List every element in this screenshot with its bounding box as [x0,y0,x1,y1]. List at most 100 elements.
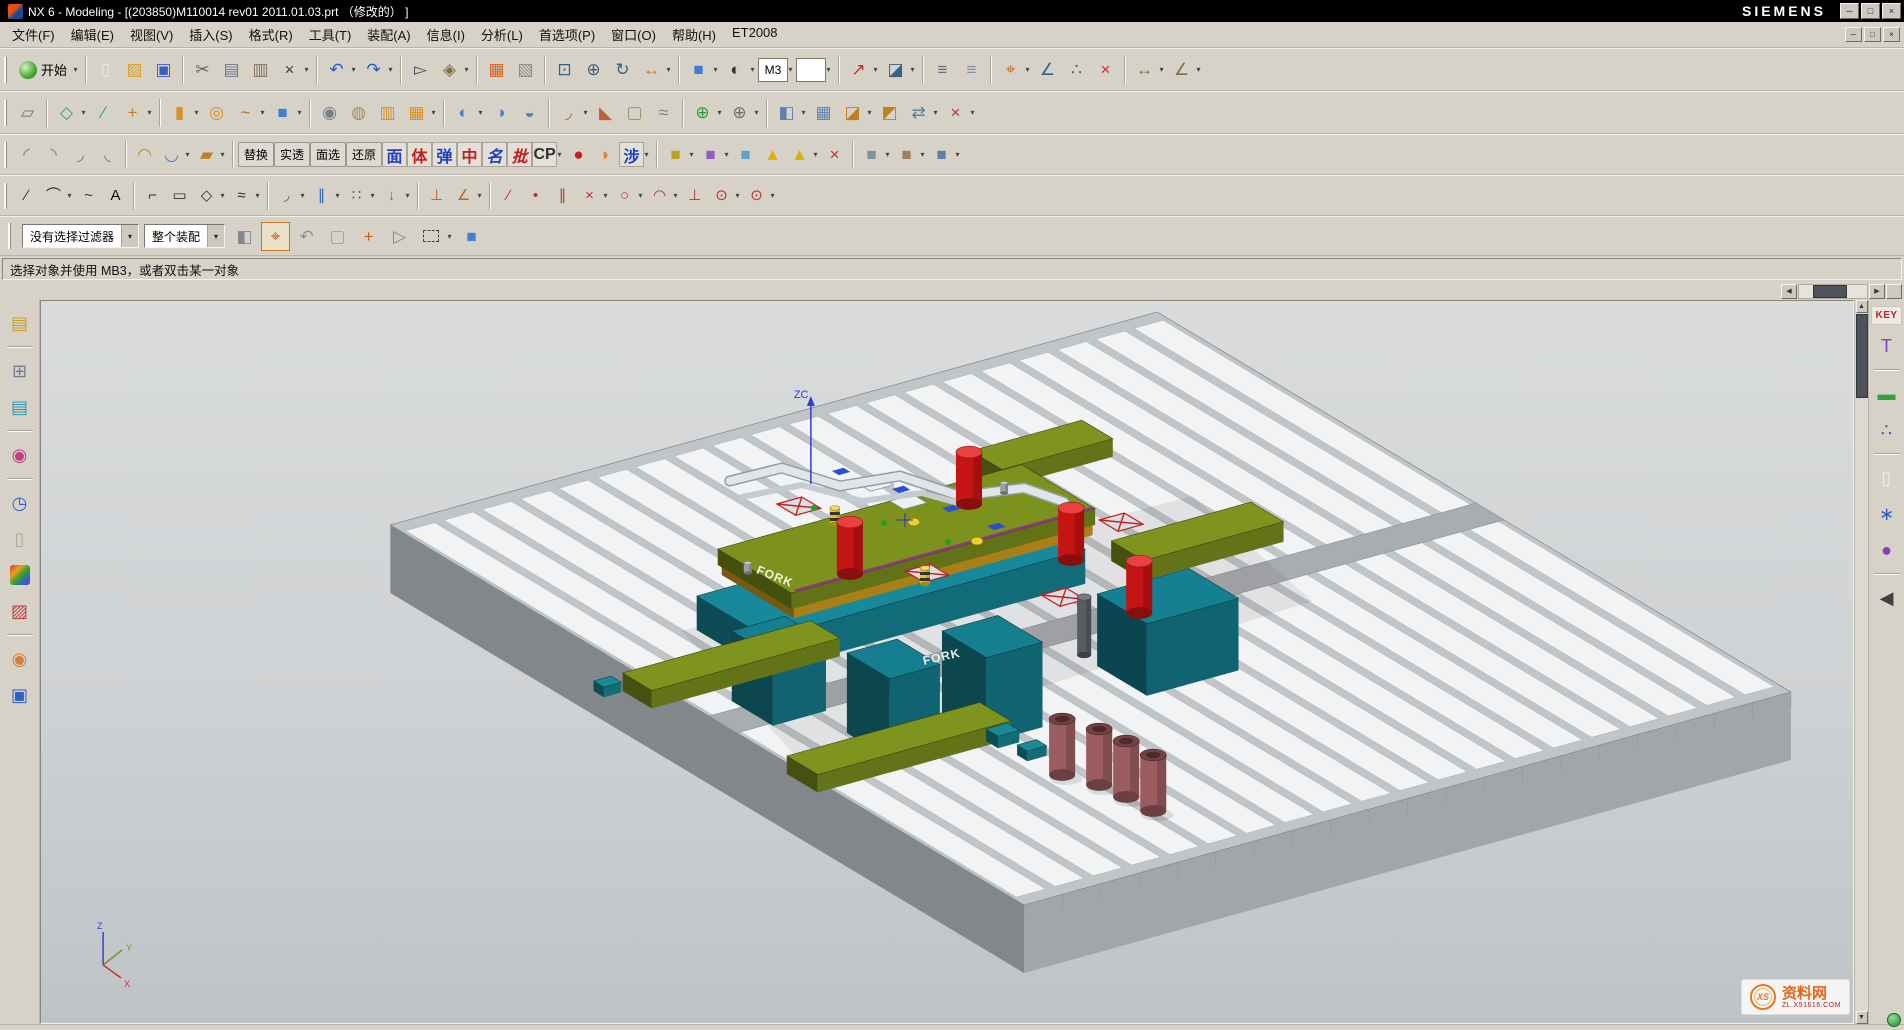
warning-1-button[interactable]: ▲ [759,141,786,168]
measure-distance-button-dropdown[interactable] [1156,55,1167,84]
sketch-circle-button[interactable]: ○ [611,182,638,209]
translucency-button[interactable]: 实透 [274,142,310,167]
project-curve-button-dropdown[interactable] [402,181,413,210]
orient-view-button-dropdown[interactable] [870,55,881,84]
edge-blend-button[interactable]: ◞ [554,98,583,127]
menu-item-2[interactable]: 编辑(E) [63,22,122,47]
sketch-circle3-button-dropdown[interactable] [767,181,778,210]
extrude-button-dropdown[interactable] [191,98,202,127]
open-button[interactable]: ▨ [120,55,149,84]
shaded-view-button-dropdown[interactable] [710,55,721,84]
filter-cube-button[interactable]: ◧ [230,222,259,251]
menu-item-8[interactable]: 信息(I) [419,22,473,47]
assembly-cube-2-button[interactable]: ■ [893,141,920,168]
studio-surface-button[interactable]: ◠ [131,141,158,168]
datum-csys-button-dropdown[interactable] [144,98,155,127]
section-view-button[interactable]: ◪ [881,55,910,84]
menu-item-12[interactable]: 帮助(H) [664,22,724,47]
selection-filter-dropdown[interactable]: 没有选择过滤器 [22,224,139,248]
sketch-circle2-button[interactable]: ⊙ [708,182,735,209]
redo-button-dropdown[interactable] [385,55,396,84]
palette-icon[interactable] [5,560,35,590]
sketch-circle2-button-dropdown[interactable] [732,181,743,210]
face-select-button[interactable]: 面选 [310,142,346,167]
toolbar-drag-handle[interactable] [4,183,9,209]
measure-angle-button-dropdown[interactable] [1193,55,1204,84]
start-button-dropdown[interactable] [70,55,81,84]
background-select-dropdown[interactable] [823,55,834,84]
pattern-curve-button[interactable]: ∷ [343,182,370,209]
wave-link-button[interactable]: ■ [662,141,689,168]
window-close-button[interactable]: × [1882,3,1901,19]
snap-point2-button[interactable]: + [354,222,383,251]
arc-button-dropdown[interactable] [64,181,75,210]
v-scroll-up-button[interactable] [1856,300,1868,313]
offset-surface-button[interactable]: ◡ [158,141,185,168]
fillet-curve-button[interactable]: ◞ [273,182,300,209]
sweep-button[interactable]: ~ [231,98,260,127]
sketch-button[interactable]: ▱ [13,98,42,127]
studio-spline-button[interactable]: ≈ [228,182,255,209]
snap-point-button-dropdown[interactable] [1022,55,1033,84]
v-scroll-thumb[interactable] [1856,314,1868,398]
wave-link-button-dropdown[interactable] [686,140,697,169]
key-panel-button[interactable]: KEY [1871,306,1901,325]
rectangle-button[interactable]: ▭ [166,182,193,209]
sketch-circle-button-dropdown[interactable] [635,181,646,210]
full-screen-button[interactable]: ▧ [511,55,540,84]
warning-2-button[interactable]: ▲ [786,141,813,168]
trim-body-button-dropdown[interactable] [864,98,875,127]
history-icon[interactable]: ◷ [5,488,35,518]
swept-surface-button[interactable]: ◟ [94,141,121,168]
sweep-button-dropdown[interactable] [257,98,268,127]
rect-select-button[interactable] [416,222,445,251]
materials-icon[interactable]: ▨ [5,596,35,626]
h-scroll-thumb[interactable] [1813,285,1847,298]
undo-button-dropdown[interactable] [348,55,359,84]
assembly-cube-1-button-dropdown[interactable] [882,140,893,169]
sketch-parallel-button[interactable]: ∥ [549,182,576,209]
auto-constrain-button-dropdown[interactable] [474,181,485,210]
half-round-button[interactable]: ◗ [592,141,619,168]
pad-button-dropdown[interactable] [428,98,439,127]
edge-blend-button-dropdown[interactable] [580,98,591,127]
offset-scale-button-dropdown[interactable] [930,98,941,127]
save-button[interactable]: ▣ [149,55,178,84]
selection-info-button[interactable]: ▻ [406,55,435,84]
mirror-feature-button[interactable]: ◧ [772,98,801,127]
spring-tool-button[interactable]: 弹 [432,142,457,167]
ruled-surface-button[interactable]: ◜ [13,141,40,168]
window-maximize-button[interactable]: □ [1861,3,1880,19]
viewport-3d[interactable]: ZC FORK FORK Z Y X [41,301,1853,1023]
assembly-navigator-icon[interactable]: ▤ [5,308,35,338]
point-set-button[interactable]: ⊕ [725,98,754,127]
layer-settings-button[interactable]: ≡ [957,55,986,84]
thread-button[interactable]: ≈ [649,98,678,127]
sketch-perp-button[interactable]: ⊥ [681,182,708,209]
offset-scale-button[interactable]: ⇄ [904,98,933,127]
snap-mid-button[interactable]: ∴ [1062,55,1091,84]
delete-button-dropdown[interactable] [301,55,312,84]
fillet-curve-button-dropdown[interactable] [297,181,308,210]
snap-select-button[interactable]: ⌖ [261,222,290,251]
unite-button[interactable]: ◐ [449,98,478,127]
through-mesh-button[interactable]: ◞ [67,141,94,168]
revolve-button[interactable]: ◎ [202,98,231,127]
cup-tool-icon[interactable]: ▯ [1872,463,1902,493]
intersect-button[interactable]: ◒ [515,98,544,127]
background-select[interactable] [796,58,826,82]
assembly-cube-3-button-dropdown[interactable] [952,140,963,169]
profile-button[interactable]: ⌐ [139,182,166,209]
pan-button[interactable]: ↔ [637,55,666,84]
point-button-dropdown[interactable] [714,98,725,127]
remove-parameters-button[interactable]: × [821,141,848,168]
datum-plane-button-dropdown[interactable] [78,98,89,127]
batch-tool-button[interactable]: 批 [507,142,532,167]
menu-item-9[interactable]: 分析(L) [473,22,531,47]
cut-button[interactable]: ✂ [188,55,217,84]
document-minimize-button[interactable]: ─ [1845,27,1862,42]
constraints-button[interactable]: ⊥ [423,182,450,209]
warning-2-button-dropdown[interactable] [810,140,821,169]
menu-item-6[interactable]: 工具(T) [301,22,360,47]
fit-view-button[interactable]: ⊡ [550,55,579,84]
